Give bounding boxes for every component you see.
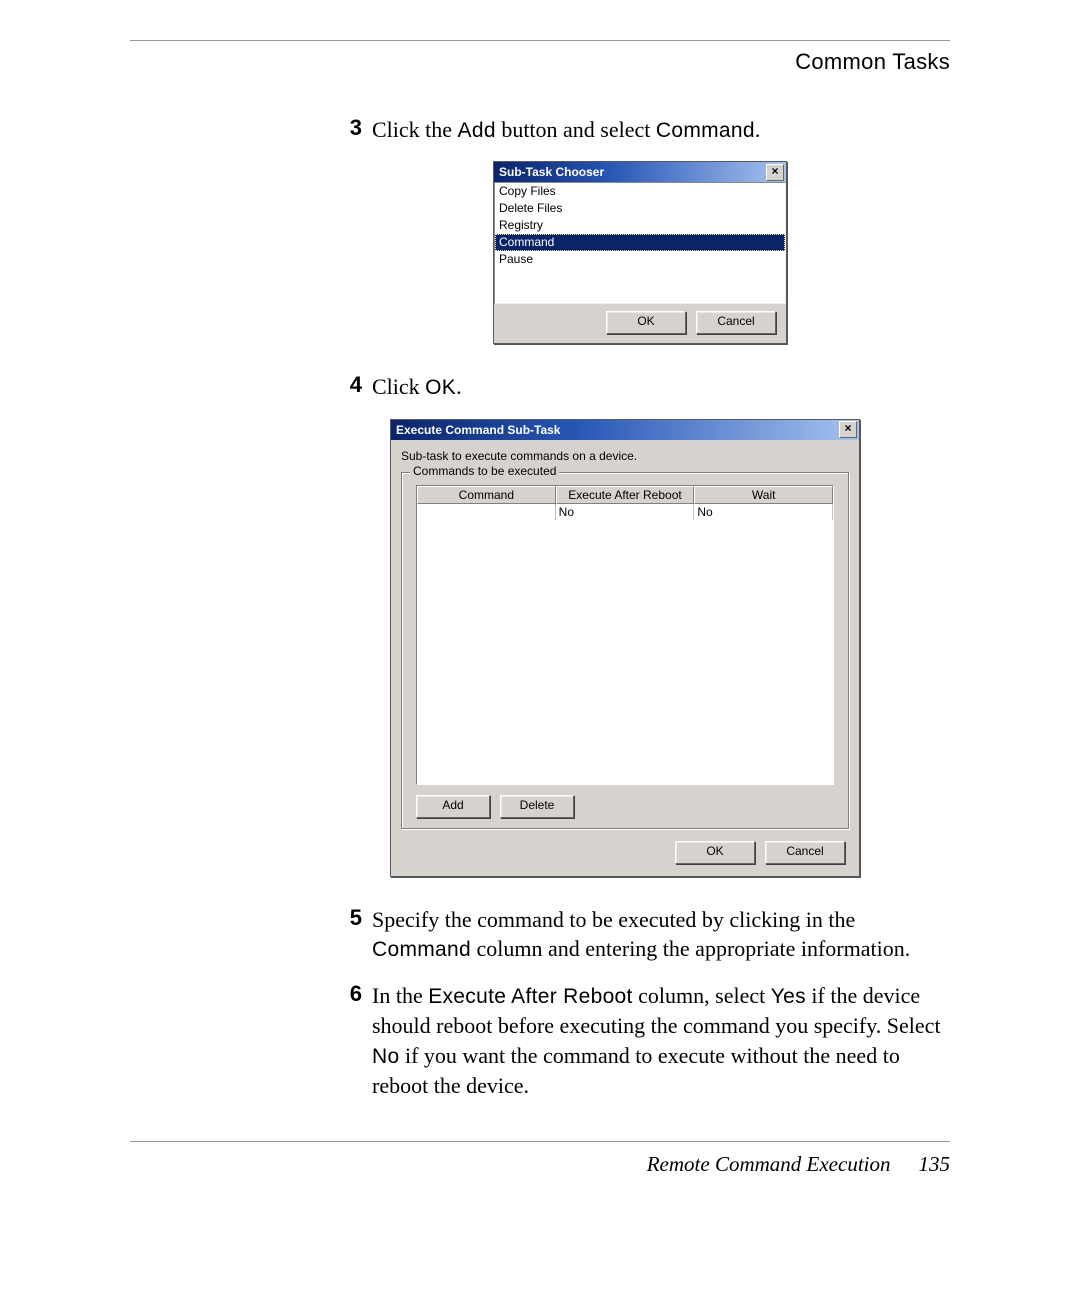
- step-number: 4: [330, 372, 362, 398]
- cancel-button[interactable]: Cancel: [696, 311, 776, 334]
- step-text: Click the Add button and select Command.: [372, 115, 950, 145]
- ok-button[interactable]: OK: [675, 841, 755, 864]
- dialog-title: Execute Command Sub-Task: [396, 423, 560, 437]
- step-number: 6: [330, 981, 362, 1007]
- step-5: 5 Specify the command to be executed by …: [330, 905, 950, 965]
- page-number: 135: [919, 1152, 951, 1177]
- cell-command[interactable]: [417, 504, 556, 520]
- commands-groupbox: Commands to be executed Command Execute …: [401, 472, 849, 829]
- commands-table[interactable]: Command Execute After Reboot Wait No No: [416, 485, 834, 785]
- step-text: Specify the command to be executed by cl…: [372, 905, 950, 965]
- dialog-title: Sub-Task Chooser: [499, 165, 604, 179]
- list-item[interactable]: Copy Files: [495, 183, 785, 200]
- page-header: Common Tasks: [130, 49, 950, 75]
- add-button[interactable]: Add: [416, 795, 490, 818]
- table-row[interactable]: No No: [417, 504, 833, 520]
- ok-button[interactable]: OK: [606, 311, 686, 334]
- column-header-command[interactable]: Command: [417, 486, 556, 504]
- footer-section: Remote Command Execution: [647, 1152, 891, 1177]
- top-divider: [130, 40, 950, 41]
- close-icon[interactable]: ×: [766, 164, 784, 181]
- step-text: In the Execute After Reboot column, sele…: [372, 981, 950, 1101]
- list-item[interactable]: Pause: [495, 251, 785, 268]
- subtask-listbox[interactable]: Copy Files Delete Files Registry Command…: [494, 182, 786, 304]
- step-number: 5: [330, 905, 362, 931]
- groupbox-legend: Commands to be executed: [410, 464, 559, 478]
- list-item-selected[interactable]: Command: [495, 234, 785, 251]
- step-text: Click OK.: [372, 372, 950, 402]
- column-header-wait[interactable]: Wait: [694, 486, 833, 504]
- dialog-titlebar[interactable]: Execute Command Sub-Task ×: [391, 420, 859, 440]
- cell-execute-after-reboot[interactable]: No: [556, 504, 695, 520]
- subtask-chooser-dialog: Sub-Task Chooser × Copy Files Delete Fil…: [493, 161, 787, 344]
- cell-wait[interactable]: No: [694, 504, 833, 520]
- list-item[interactable]: Registry: [495, 217, 785, 234]
- list-item[interactable]: Delete Files: [495, 200, 785, 217]
- close-icon[interactable]: ×: [839, 421, 857, 438]
- step-3: 3 Click the Add button and select Comman…: [330, 115, 950, 145]
- execute-command-dialog: Execute Command Sub-Task × Sub-task to e…: [390, 419, 860, 877]
- step-6: 6 In the Execute After Reboot column, se…: [330, 981, 950, 1101]
- dialog-titlebar[interactable]: Sub-Task Chooser ×: [494, 162, 786, 182]
- step-4: 4 Click OK.: [330, 372, 950, 402]
- step-number: 3: [330, 115, 362, 141]
- column-header-execute-after-reboot[interactable]: Execute After Reboot: [556, 486, 695, 504]
- cancel-button[interactable]: Cancel: [765, 841, 845, 864]
- delete-button[interactable]: Delete: [500, 795, 574, 818]
